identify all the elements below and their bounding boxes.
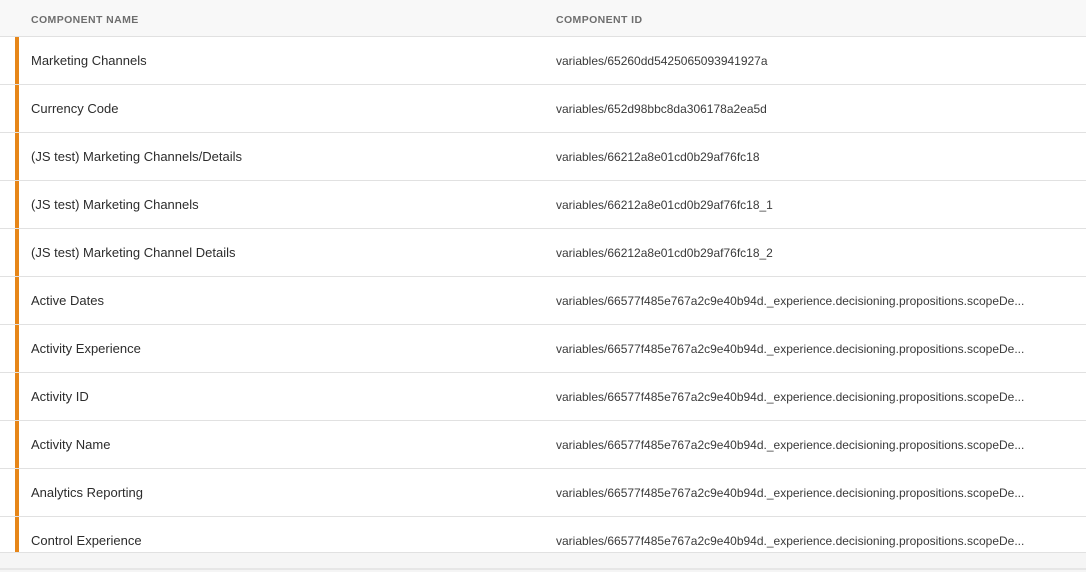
column-header-component-id[interactable]: COMPONENT ID [556,14,642,26]
component-name-cell: Activity ID [31,389,89,404]
table-body: Marketing Channels variables/65260dd54250… [0,37,1086,552]
row-accent-bar [15,421,19,468]
component-id-cell: variables/66212a8e01cd0b29af76fc18 [556,150,760,164]
component-id-cell: variables/66577f485e767a2c9e40b94d._expe… [556,342,1025,356]
component-name-cell: Control Experience [31,533,142,548]
component-id-cell: variables/66577f485e767a2c9e40b94d._expe… [556,294,1025,308]
component-name-cell: Activity Name [31,437,111,452]
row-accent-bar [15,277,19,324]
row-accent-bar [15,133,19,180]
component-id-cell: variables/652d98bbc8da306178a2ea5d [556,102,767,116]
table-row[interactable]: (JS test) Marketing Channel Details varia… [0,229,1086,277]
table-row[interactable]: Active Dates variables/66577f485e767a2c9e… [0,277,1086,325]
component-name-cell: (JS test) Marketing Channels [31,197,199,212]
component-name-cell: Active Dates [31,293,104,308]
column-header-component-name[interactable]: COMPONENT NAME [31,14,139,26]
table-row[interactable]: Activity Experience variables/66577f485e7… [0,325,1086,373]
row-accent-bar [15,37,19,84]
table-row[interactable]: Analytics Reporting variables/66577f485e7… [0,469,1086,517]
table-row[interactable]: Currency Code variables/652d98bbc8da30617… [0,85,1086,133]
table-row[interactable]: Control Experience variables/66577f485e76… [0,517,1086,552]
table-row[interactable]: Marketing Channels variables/65260dd54250… [0,37,1086,85]
component-id-cell: variables/66577f485e767a2c9e40b94d._expe… [556,534,1025,548]
row-accent-bar [15,469,19,516]
component-id-cell: variables/66577f485e767a2c9e40b94d._expe… [556,486,1025,500]
scrollbar-track [0,568,1086,570]
component-id-cell: variables/66577f485e767a2c9e40b94d._expe… [556,390,1025,404]
table-header: COMPONENT NAME COMPONENT ID [0,0,1086,37]
row-accent-bar [15,181,19,228]
row-accent-bar [15,85,19,132]
components-table: COMPONENT NAME COMPONENT ID Marketing Ch… [0,0,1086,552]
component-name-cell: Activity Experience [31,341,141,356]
row-accent-bar [15,325,19,372]
row-accent-bar [15,229,19,276]
component-id-cell: variables/65260dd5425065093941927a [556,54,768,68]
row-accent-bar [15,373,19,420]
component-id-cell: variables/66212a8e01cd0b29af76fc18_2 [556,246,773,260]
row-accent-bar [15,517,19,552]
component-id-cell: variables/66212a8e01cd0b29af76fc18_1 [556,198,773,212]
component-name-cell: Marketing Channels [31,53,147,68]
component-id-cell: variables/66577f485e767a2c9e40b94d._expe… [556,438,1025,452]
component-name-cell: (JS test) Marketing Channel Details [31,245,236,260]
component-name-cell: Currency Code [31,101,119,116]
table-row[interactable]: (JS test) Marketing Channels/Details vari… [0,133,1086,181]
table-row[interactable]: (JS test) Marketing Channels variables/66… [0,181,1086,229]
component-name-cell: (JS test) Marketing Channels/Details [31,149,242,164]
table-row[interactable]: Activity Name variables/66577f485e767a2c9… [0,421,1086,469]
table-row[interactable]: Activity ID variables/66577f485e767a2c9e4… [0,373,1086,421]
component-name-cell: Analytics Reporting [31,485,143,500]
horizontal-scrollbar[interactable] [0,552,1086,572]
